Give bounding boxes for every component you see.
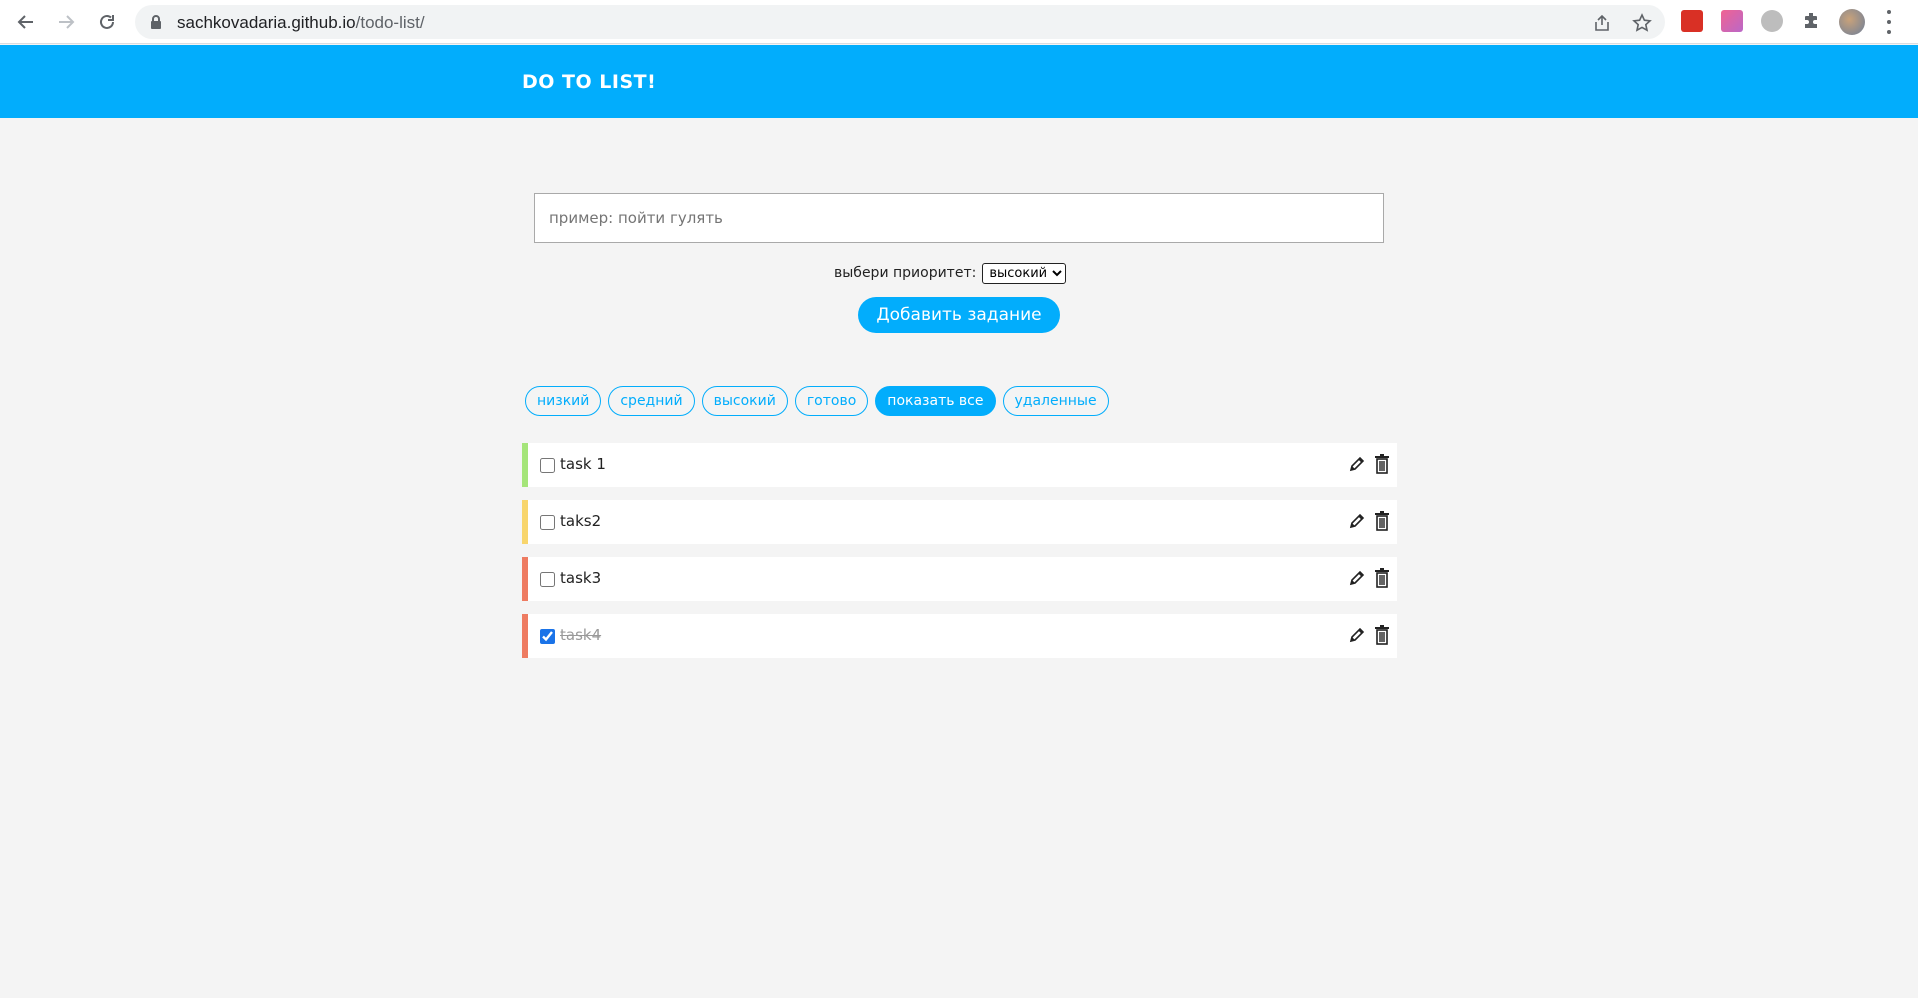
browser-toolbar: sachkovadaria.github.io/todo-list/ bbox=[0, 0, 1918, 44]
share-icon[interactable] bbox=[1592, 13, 1612, 33]
filter-deleted-button[interactable]: удаленные bbox=[1002, 386, 1109, 416]
app-header: DO TO LIST! bbox=[0, 45, 1918, 118]
bookmark-star-icon[interactable] bbox=[1632, 13, 1652, 33]
filter-bar: низкий средний высокий готово показать в… bbox=[525, 386, 1109, 416]
back-arrow-icon[interactable] bbox=[13, 9, 39, 35]
task-checkbox[interactable] bbox=[540, 629, 555, 644]
filter-done-button[interactable]: готово bbox=[794, 386, 869, 416]
browser-menu-icon[interactable] bbox=[1886, 10, 1892, 34]
pencil-edit-icon[interactable] bbox=[1348, 512, 1366, 530]
task-checkbox[interactable] bbox=[540, 458, 555, 473]
priority-row: выбери приоритет: высокий bbox=[834, 262, 1067, 284]
task-item: task 1 bbox=[522, 443, 1397, 487]
pencil-edit-icon[interactable] bbox=[1348, 455, 1366, 473]
url-domain: sachkovadaria.github.io bbox=[177, 13, 356, 32]
trash-icon[interactable] bbox=[1374, 511, 1390, 531]
filter-high-button[interactable]: высокий bbox=[701, 386, 788, 416]
extension-pink-icon[interactable] bbox=[1721, 10, 1743, 32]
forward-arrow-icon[interactable] bbox=[53, 9, 79, 35]
task-text: taks2 bbox=[560, 512, 602, 530]
filter-low-button[interactable]: низкий bbox=[525, 386, 602, 416]
pencil-edit-icon[interactable] bbox=[1348, 569, 1366, 587]
trash-icon[interactable] bbox=[1374, 568, 1390, 588]
task-input[interactable] bbox=[534, 193, 1384, 243]
profile-avatar[interactable] bbox=[1839, 9, 1865, 35]
task-item: task3 bbox=[522, 557, 1397, 601]
task-checkbox[interactable] bbox=[540, 572, 555, 587]
url-text: sachkovadaria.github.io/todo-list/ bbox=[177, 13, 425, 33]
priority-label: выбери приоритет: bbox=[834, 265, 977, 281]
task-item: task4 bbox=[522, 614, 1397, 658]
address-bar[interactable]: sachkovadaria.github.io/todo-list/ bbox=[135, 5, 1665, 39]
reload-icon[interactable] bbox=[94, 9, 120, 35]
task-text: task 1 bbox=[560, 455, 606, 473]
add-task-button[interactable]: Добавить задание bbox=[858, 297, 1060, 333]
task-checkbox[interactable] bbox=[540, 515, 555, 530]
filter-show-all-button[interactable]: показать все bbox=[875, 386, 996, 416]
url-path: /todo-list/ bbox=[355, 13, 425, 32]
task-list: task 1 taks2 task3 task4 bbox=[522, 443, 1397, 671]
app-title: DO TO LIST! bbox=[522, 71, 657, 93]
globe-icon[interactable] bbox=[1761, 10, 1783, 32]
priority-select[interactable]: высокий bbox=[982, 262, 1067, 284]
pencil-edit-icon[interactable] bbox=[1348, 626, 1366, 644]
filter-medium-button[interactable]: средний bbox=[608, 386, 695, 416]
task-text: task4 bbox=[560, 626, 602, 644]
trash-icon[interactable] bbox=[1374, 454, 1390, 474]
extension-red-icon[interactable] bbox=[1681, 10, 1703, 32]
lock-icon bbox=[151, 15, 161, 29]
task-text: task3 bbox=[560, 569, 602, 587]
trash-icon[interactable] bbox=[1374, 625, 1390, 645]
task-item: taks2 bbox=[522, 500, 1397, 544]
puzzle-extensions-icon[interactable] bbox=[1801, 10, 1823, 32]
